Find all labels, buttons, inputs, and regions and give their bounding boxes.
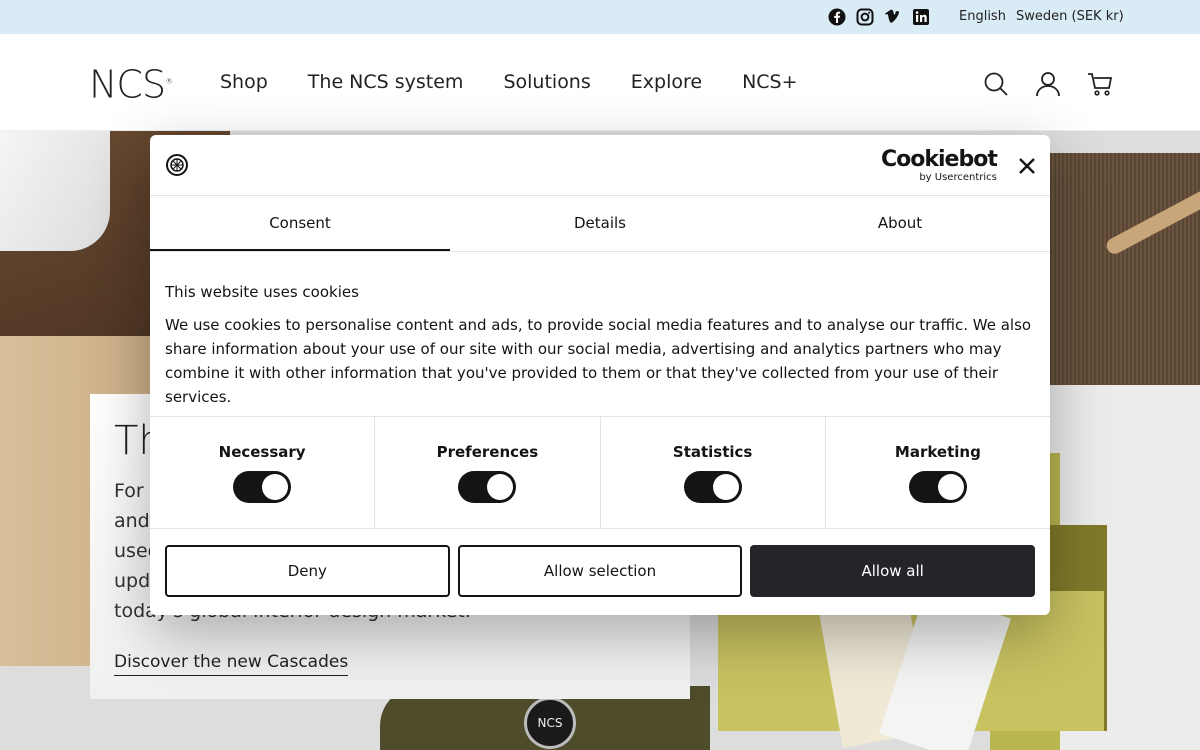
vimeo-icon[interactable] bbox=[884, 8, 902, 26]
cookiebot-brand[interactable]: Cookiebot by Usercentrics bbox=[881, 147, 998, 184]
logo-text: NCS bbox=[89, 62, 166, 107]
header-icons bbox=[983, 71, 1113, 97]
cookiebot-logo-icon bbox=[166, 154, 188, 176]
registered-mark: ® bbox=[165, 77, 173, 86]
toggle-statistics[interactable] bbox=[683, 471, 742, 503]
category-statistics: Statistics bbox=[601, 417, 826, 528]
language-selector[interactable]: English bbox=[959, 9, 1006, 24]
tab-consent[interactable]: Consent bbox=[150, 196, 450, 251]
site-header: NCS® Shop The NCS system Solutions Explo… bbox=[0, 34, 1200, 131]
account-icon[interactable] bbox=[1035, 71, 1061, 97]
consent-text: We use cookies to personalise content an… bbox=[165, 316, 1032, 406]
instagram-icon[interactable] bbox=[856, 8, 874, 26]
category-label: Preferences bbox=[436, 443, 539, 461]
cookiebot-brand-name: Cookiebot bbox=[881, 147, 998, 172]
category-preferences: Preferences bbox=[375, 417, 601, 528]
consent-content: This website uses cookies We use cookies… bbox=[165, 283, 1035, 409]
search-icon[interactable] bbox=[983, 71, 1009, 97]
deny-button[interactable]: Deny bbox=[165, 545, 450, 597]
close-icon[interactable] bbox=[1016, 155, 1038, 177]
cookie-consent-dialog: Cookiebot by Usercentrics Consent Detail… bbox=[150, 135, 1050, 615]
linkedin-icon[interactable] bbox=[912, 8, 930, 26]
region-selector[interactable]: Sweden (SEK kr) bbox=[1016, 9, 1124, 24]
toggle-marketing[interactable] bbox=[908, 471, 967, 503]
dialog-header: Cookiebot by Usercentrics bbox=[150, 135, 1050, 196]
top-bar: English Sweden (SEK kr) bbox=[0, 0, 1200, 34]
tab-details[interactable]: Details bbox=[450, 196, 750, 251]
nav-item-ncs-system[interactable]: The NCS system bbox=[308, 71, 464, 93]
cookiebot-brand-sub: by Usercentrics bbox=[919, 172, 997, 183]
consent-heading: This website uses cookies bbox=[165, 283, 359, 301]
hero-image-sleeve bbox=[0, 131, 110, 251]
cookie-categories: Necessary Preferences Statistics Marketi… bbox=[150, 416, 1050, 529]
allow-all-button[interactable]: Allow all bbox=[750, 545, 1036, 597]
tab-about[interactable]: About bbox=[750, 196, 1050, 251]
category-label: Statistics bbox=[672, 443, 753, 461]
toggle-necessary[interactable] bbox=[233, 471, 292, 503]
category-label: Necessary bbox=[218, 443, 306, 461]
facebook-icon[interactable] bbox=[828, 8, 846, 26]
nav-item-solutions[interactable]: Solutions bbox=[503, 71, 590, 93]
category-marketing: Marketing bbox=[826, 417, 1050, 528]
discover-cascades-link[interactable]: Discover the new Cascades bbox=[114, 652, 349, 676]
category-necessary: Necessary bbox=[150, 417, 376, 528]
hero-image-textile bbox=[1050, 153, 1200, 385]
dialog-buttons: Deny Allow selection Allow all bbox=[165, 545, 1036, 597]
social-links bbox=[828, 8, 930, 26]
main-nav: Shop The NCS system Solutions Explore NC… bbox=[220, 71, 838, 93]
nav-item-explore[interactable]: Explore bbox=[631, 71, 702, 93]
nav-item-shop[interactable]: Shop bbox=[220, 71, 268, 93]
ncs-logo[interactable]: NCS® bbox=[89, 62, 173, 107]
hero-image-puck: NCS bbox=[524, 697, 576, 749]
cart-icon[interactable] bbox=[1087, 71, 1113, 97]
allow-selection-button[interactable]: Allow selection bbox=[457, 545, 743, 597]
nav-item-ncs-plus[interactable]: NCS+ bbox=[742, 71, 797, 93]
toggle-preferences[interactable] bbox=[458, 471, 517, 503]
category-label: Marketing bbox=[894, 443, 981, 461]
dialog-tabs: Consent Details About bbox=[150, 196, 1050, 252]
